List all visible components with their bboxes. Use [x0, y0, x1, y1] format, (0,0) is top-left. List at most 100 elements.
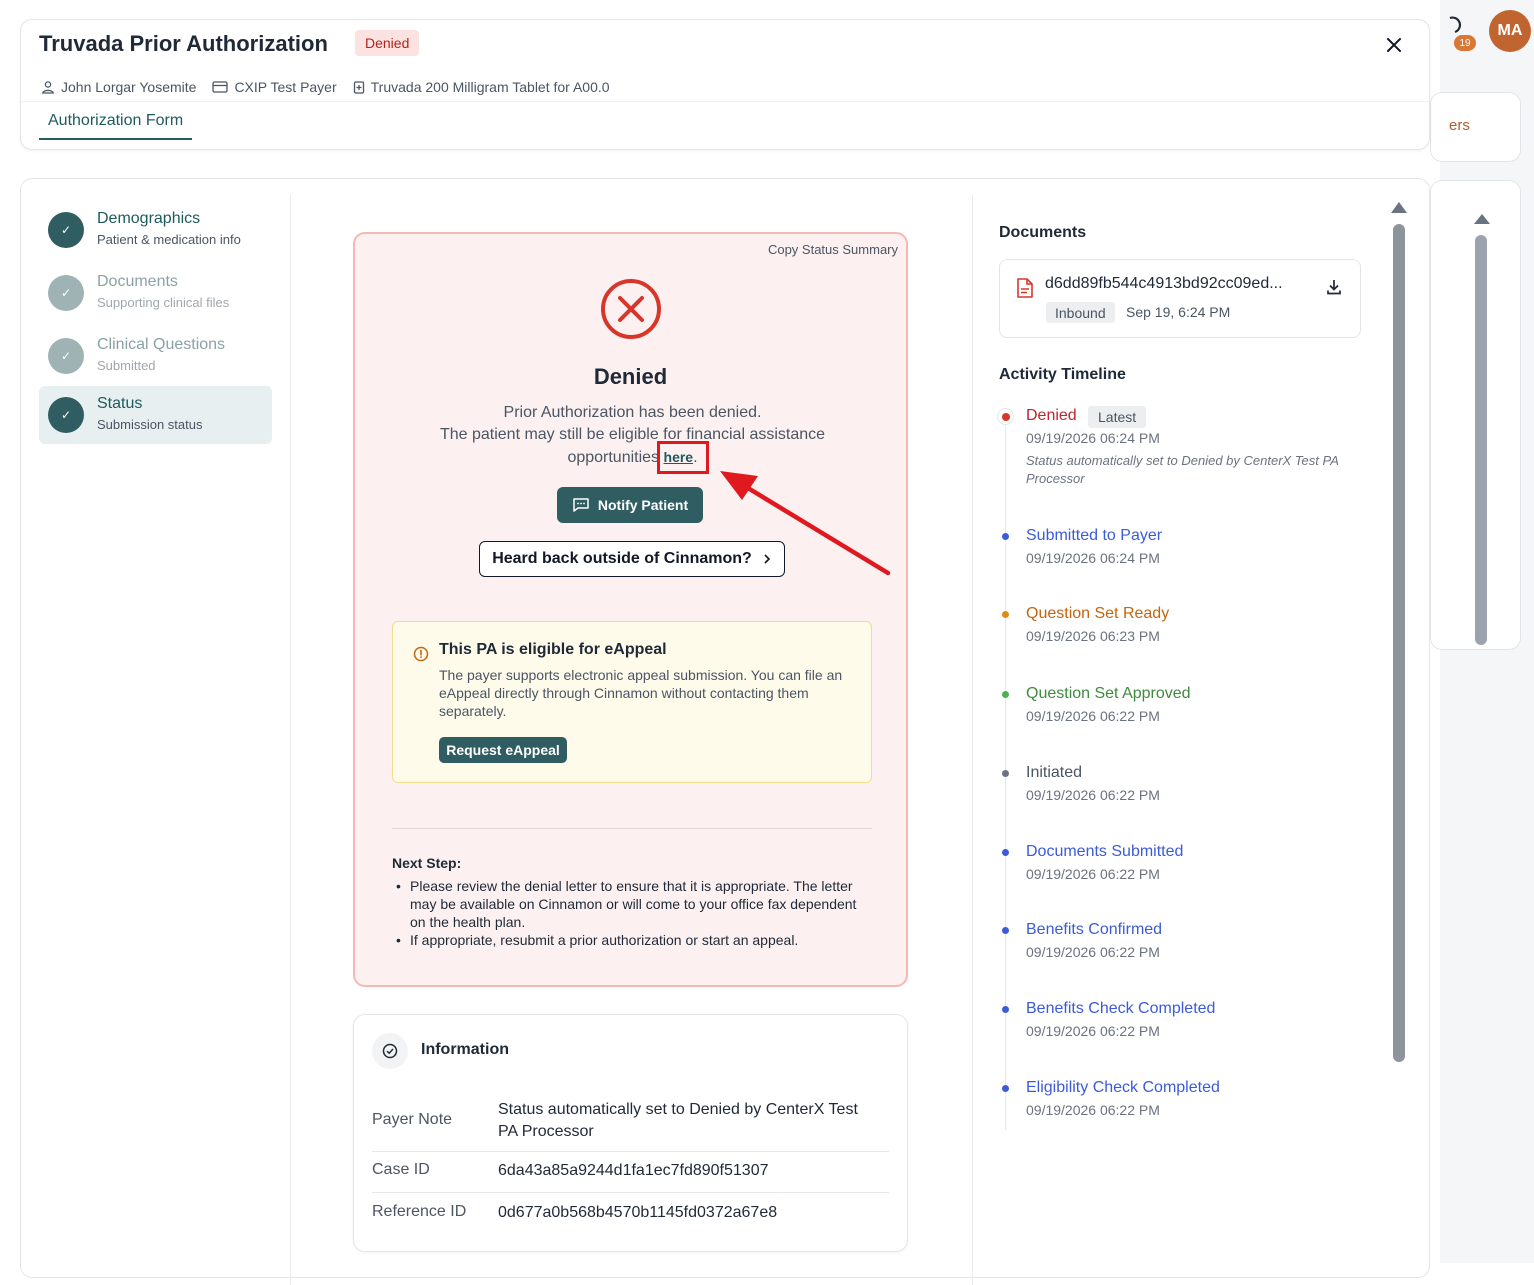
timeline-dot — [1002, 611, 1009, 618]
message-icon — [573, 498, 589, 512]
timeline-date: 09/19/2026 06:24 PM — [1026, 430, 1160, 446]
timeline-date: 09/19/2026 06:24 PM — [1026, 550, 1160, 566]
tab-authorization-form[interactable]: Authorization Form — [39, 112, 193, 140]
page-title: Truvada Prior Authorization — [39, 31, 328, 56]
timeline-label: Benefits Check Completed — [1026, 1000, 1216, 1017]
timeline-label: Initiated — [1026, 764, 1083, 781]
scroll-up-icon[interactable] — [1391, 202, 1407, 213]
information-title: Information — [421, 1041, 509, 1058]
timeline-date: 09/19/2026 06:22 PM — [1026, 1023, 1160, 1039]
medication-info: Truvada 200 Milligram Tablet for A00.0 — [353, 79, 610, 95]
step-title: Status — [97, 395, 143, 412]
annotation-arrow-icon — [720, 471, 891, 576]
info-divider — [372, 1151, 889, 1152]
status-summary-card: Copy Status Summary Denied Prior Authori… — [353, 232, 908, 987]
copy-status-summary-button[interactable]: Copy Status Summary — [768, 242, 898, 257]
info-key: Case ID — [372, 1161, 430, 1178]
info-value: 0d677a0b568b4570b1145fd0372a67e8 — [498, 1204, 778, 1221]
eappeal-title: This PA is eligible for eAppeal — [439, 641, 667, 658]
info-value: 6da43a85a9244d1fa1ec7fd890f51307 — [498, 1162, 769, 1179]
background-scroll-up-icon[interactable] — [1474, 214, 1490, 224]
patient-info: John Lorgar Yosemite — [41, 79, 196, 95]
step-demographics[interactable]: ✓ Demographics Patient & medication info — [39, 201, 272, 259]
timeline-date: 09/19/2026 06:22 PM — [1026, 708, 1160, 724]
status-line-1: Prior Authorization has been denied. — [503, 404, 762, 421]
background-card: ers — [1430, 92, 1521, 162]
medication-icon — [353, 81, 364, 94]
timeline-date: 09/19/2026 06:23 PM — [1026, 628, 1160, 644]
step-check-icon: ✓ — [48, 338, 84, 374]
step-title: Documents — [97, 273, 178, 290]
timeline-label: Submitted to Payer — [1026, 527, 1163, 544]
info-row-case-id: Case ID 6da43a85a9244d1fa1ec7fd890f51307 — [372, 1161, 889, 1185]
modal-header: Truvada Prior Authorization Denied John … — [20, 19, 1430, 150]
next-step-list: Please review the denial letter to ensur… — [392, 877, 872, 949]
info-key: Reference ID — [372, 1203, 467, 1220]
timeline-dot — [1002, 533, 1009, 540]
timeline-dot — [1002, 849, 1009, 856]
check-circle-icon — [382, 1043, 398, 1059]
timeline-dot — [1002, 1006, 1009, 1013]
step-title: Demographics — [97, 210, 201, 227]
refresh-icon[interactable] — [1446, 14, 1464, 36]
timeline-date: 09/19/2026 06:22 PM — [1026, 866, 1160, 882]
eappeal-notice: This PA is eligible for eAppeal The paye… — [392, 621, 872, 783]
info-icon-wrapper — [372, 1033, 408, 1069]
timeline-label: Benefits Confirmed — [1026, 921, 1163, 938]
status-badge: Denied — [355, 30, 420, 56]
background-card-text: ers — [1449, 117, 1470, 134]
step-clinical-questions[interactable]: ✓ Clinical Questions Submitted — [39, 327, 272, 385]
document-date: Sep 19, 6:24 PM — [1126, 304, 1231, 320]
timeline-label: Question Set Approved — [1026, 685, 1191, 702]
timeline-date: 09/19/2026 06:22 PM — [1026, 1102, 1160, 1118]
background-scrollbar[interactable] — [1475, 235, 1487, 645]
payer-name: CXIP Test Payer — [234, 79, 337, 95]
timeline-note: Status automatically set to Denied by Ce… — [1026, 453, 1339, 486]
info-row-reference-id: Reference ID 0d677a0b568b4570b1145fd0372… — [372, 1203, 889, 1227]
pdf-file-icon — [1017, 278, 1033, 298]
next-step-title: Next Step: — [392, 855, 462, 871]
timeline-date: 09/19/2026 06:22 PM — [1026, 944, 1160, 960]
step-status[interactable]: ✓ Status Submission status — [39, 386, 272, 444]
warning-icon — [413, 646, 429, 662]
timeline-label: Documents Submitted — [1026, 843, 1184, 860]
info-row-payer-note: Payer Note Status automatically set to D… — [372, 1099, 889, 1149]
patient-name: John Lorgar Yosemite — [61, 79, 197, 95]
document-direction-badge: Inbound — [1046, 302, 1115, 323]
medication-name: Truvada 200 Milligram Tablet for A00.0 — [370, 79, 610, 95]
info-value: Status automatically set to Denied by Ce… — [498, 1101, 858, 1140]
information-card: Information Payer Note Status automatica… — [353, 1014, 908, 1252]
document-name: d6dd89fb544c4913bd92cc09ed... — [1045, 275, 1283, 292]
notify-patient-label: Notify Patient — [597, 497, 689, 513]
user-avatar[interactable]: MA — [1489, 10, 1531, 52]
divider — [392, 828, 872, 829]
status-description: Prior Authorization has been denied. The… — [415, 402, 850, 469]
request-eappeal-button[interactable]: Request eAppeal — [439, 737, 567, 763]
step-check-icon: ✓ — [48, 212, 84, 248]
next-step-item: Please review the denial letter to ensur… — [392, 877, 872, 931]
sidebar-divider — [290, 195, 291, 1285]
info-key: Payer Note — [372, 1111, 453, 1128]
next-step-item: If appropriate, resubmit a prior authori… — [392, 931, 872, 949]
right-column-divider — [972, 195, 973, 1285]
close-icon[interactable] — [1381, 32, 1407, 58]
download-icon[interactable] — [1326, 278, 1342, 296]
step-subtitle: Supporting clinical files — [97, 295, 230, 310]
credit-card-icon — [212, 81, 229, 93]
notify-patient-button[interactable]: Notify Patient — [557, 487, 703, 523]
status-title: Denied — [593, 364, 668, 389]
timeline-label: Denied — [1026, 407, 1077, 424]
scrollbar-thumb[interactable] — [1393, 224, 1405, 1062]
documents-title: Documents — [999, 224, 1087, 241]
activity-timeline-title: Activity Timeline — [999, 366, 1126, 383]
notification-badge[interactable]: 19 — [1454, 35, 1476, 51]
timeline-dot-current — [997, 408, 1014, 425]
header-divider — [21, 101, 1429, 102]
patient-meta: John Lorgar Yosemite CXIP Test Payer Tru… — [41, 79, 610, 95]
step-subtitle: Submitted — [97, 358, 156, 373]
timeline-dot — [1002, 1085, 1009, 1092]
denied-x-circle-icon — [601, 279, 661, 339]
step-documents[interactable]: ✓ Documents Supporting clinical files — [39, 264, 272, 322]
document-item[interactable]: d6dd89fb544c4913bd92cc09ed... Inbound Se… — [999, 259, 1361, 338]
timeline-dot — [1002, 770, 1009, 777]
